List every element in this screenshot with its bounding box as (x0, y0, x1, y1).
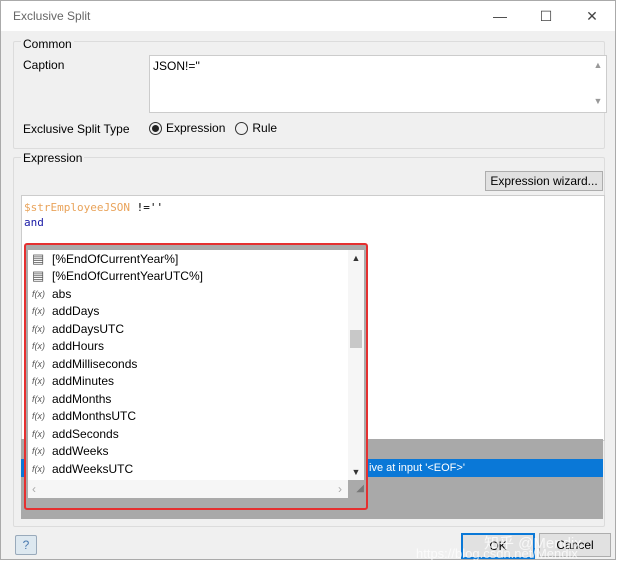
radio-rule-label: Rule (252, 121, 278, 135)
autocomplete-item[interactable]: f(x) abs (28, 285, 348, 303)
autocomplete-item[interactable]: f(x) addDays (28, 303, 348, 321)
radio-expression-label: Expression (166, 121, 226, 135)
autocomplete-item[interactable]: f(x) addMonthsUTC (28, 408, 348, 426)
autocomplete-item-label: addDays (52, 304, 100, 319)
autocomplete-item[interactable]: f(x) addDaysUTC (28, 320, 348, 338)
resize-grip-icon[interactable]: ◢ (356, 483, 364, 494)
minimize-button[interactable]: — (477, 1, 523, 31)
radio-selected-icon (149, 121, 162, 135)
caption-value: JSON!='' (153, 59, 200, 73)
autocomplete-item[interactable]: f(x) addHours (28, 338, 348, 356)
autocomplete-item[interactable]: ▤ [%EndOfCurrentYearUTC%] (28, 268, 348, 286)
autocomplete-item[interactable]: f(x) addMilliseconds (28, 355, 348, 373)
radio-unselected-icon (235, 121, 249, 135)
autocomplete-item[interactable]: f(x) addSeconds (28, 425, 348, 443)
function-icon: f(x) (32, 323, 45, 334)
autocomplete-item[interactable]: ▤ [%EndOfCurrentYear%] (28, 250, 348, 268)
function-icon: f(x) (32, 288, 45, 299)
autocomplete-item-label: addDaysUTC (52, 321, 125, 336)
scroll-right-icon[interactable]: › (338, 482, 342, 496)
autocomplete-item-label: addWeeks (52, 444, 109, 459)
autocomplete-horizontal-scrollbar[interactable]: ‹ › (28, 480, 348, 498)
scroll-thumb[interactable] (350, 330, 362, 348)
constant-icon: ▤ (32, 268, 45, 284)
code-operator: !='' (129, 201, 164, 214)
autocomplete-list: ▤ [%EndOfCurrentYear%] ▤ [%EndOfCurrentYear… (28, 250, 348, 480)
autocomplete-popup: ▤ [%EndOfCurrentYear%] ▤ [%EndOfCurrentYear… (24, 243, 368, 510)
function-icon: f(x) (32, 306, 45, 317)
autocomplete-item-label: addMonths (52, 391, 112, 406)
function-icon: f(x) (32, 376, 45, 387)
error-text: ive at input '<EOF>' (369, 462, 465, 474)
autocomplete-item[interactable]: f(x) addWeeks (28, 443, 348, 461)
radio-expression[interactable]: Expression (149, 121, 225, 135)
expression-wizard-button[interactable]: Expression wizard... (485, 171, 603, 191)
autocomplete-item-label: addWeeksUTC (52, 461, 134, 476)
common-group-label: Common (21, 37, 74, 51)
help-button[interactable]: ? (15, 535, 37, 555)
function-icon: f(x) (32, 463, 45, 474)
caption-label: Caption (23, 58, 65, 72)
maximize-button[interactable]: ☐ (523, 1, 569, 31)
caption-scrollbar[interactable]: ▲ ▼ (590, 56, 606, 112)
autocomplete-item-label: addMonthsUTC (52, 409, 137, 424)
autocomplete-item-label: addHours (52, 339, 105, 354)
autocomplete-item[interactable]: f(x) addMonths (28, 390, 348, 408)
radio-rule[interactable]: Rule (235, 121, 277, 135)
caption-input[interactable]: JSON!='' ▲ ▼ (149, 55, 607, 113)
expression-group-label: Expression (21, 151, 85, 165)
autocomplete-item-label: abs (52, 286, 72, 301)
function-icon: f(x) (32, 358, 45, 369)
autocomplete-item[interactable]: f(x) addMinutes (28, 373, 348, 391)
scroll-down-icon[interactable]: ▼ (348, 467, 364, 477)
function-icon: f(x) (32, 428, 45, 439)
constant-icon: ▤ (32, 250, 45, 266)
watermark-line2: https://blog.csdn.net/Mendix (416, 546, 578, 561)
title-bar: Exclusive Split — ☐ ✕ (1, 1, 615, 31)
window-title: Exclusive Split (13, 9, 91, 23)
function-icon: f(x) (32, 411, 45, 422)
split-type-label: Exclusive Split Type (23, 122, 130, 136)
autocomplete-item[interactable]: f(x) addWeeksUTC (28, 460, 348, 478)
autocomplete-item-label: [%EndOfCurrentYear%] (52, 251, 179, 266)
close-button[interactable]: ✕ (569, 1, 615, 31)
dialog-window: Exclusive Split — ☐ ✕ Common Caption JSO… (0, 0, 616, 560)
code-variable: $strEmployeeJSON (24, 201, 130, 214)
autocomplete-item-label: addMinutes (52, 374, 115, 389)
function-icon: f(x) (32, 393, 45, 404)
function-icon: f(x) (32, 341, 45, 352)
autocomplete-item-label: [%EndOfCurrentYearUTC%] (52, 269, 203, 284)
scroll-up-icon[interactable]: ▲ (348, 253, 364, 263)
autocomplete-item-label: addSeconds (52, 426, 119, 441)
code-keyword: and (24, 216, 44, 229)
scroll-left-icon[interactable]: ‹ (32, 482, 36, 496)
autocomplete-item-label: addMilliseconds (52, 356, 138, 371)
autocomplete-vertical-scrollbar[interactable]: ▲ ▼ (348, 250, 364, 480)
function-icon: f(x) (32, 446, 45, 457)
